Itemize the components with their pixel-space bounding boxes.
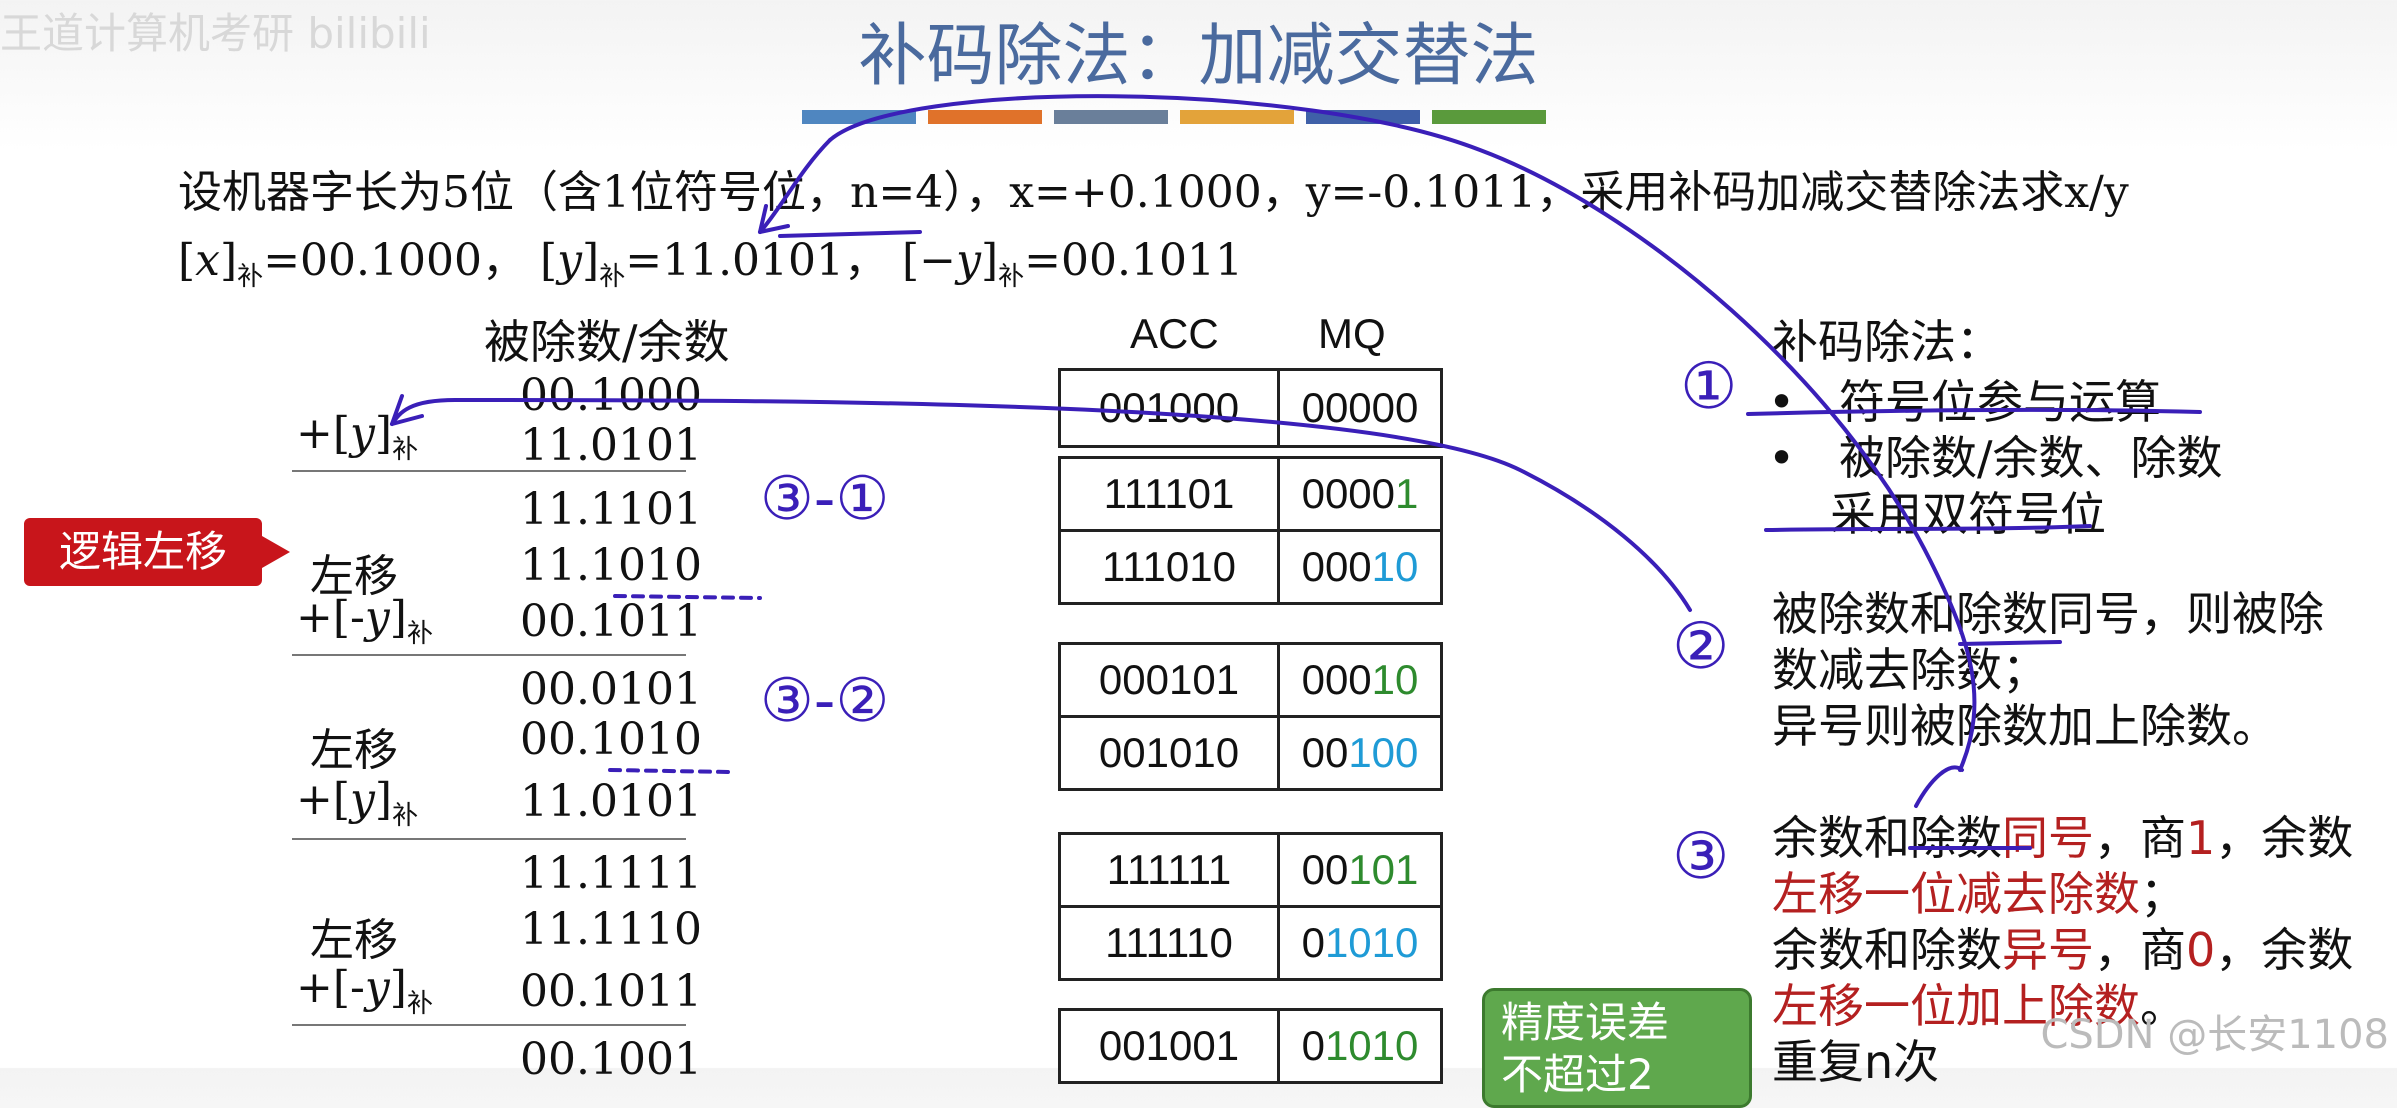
bottom-watermark: CSDN @长安1108 [2040,1012,2389,1058]
ink-stroke [613,594,762,600]
handwritten-mark: ② [1672,610,1730,684]
ink-stroke [1764,524,2092,532]
ink-stroke [758,138,832,234]
handwritten-annotations [390,94,2202,850]
ink-stroke [828,94,1977,772]
ink-stroke [608,768,732,774]
ink-stroke [778,230,922,238]
ink-stroke [1914,765,1964,808]
ink-stroke [1958,640,2062,646]
handwritten-mark: ③-① [760,464,890,534]
handwritten-mark: ③-② [760,666,890,736]
ink-stroke [1746,407,2202,416]
handwritten-mark: ③ [1672,820,1730,894]
ink-stroke [453,398,1692,612]
handwritten-mark: ① [1680,350,1738,424]
